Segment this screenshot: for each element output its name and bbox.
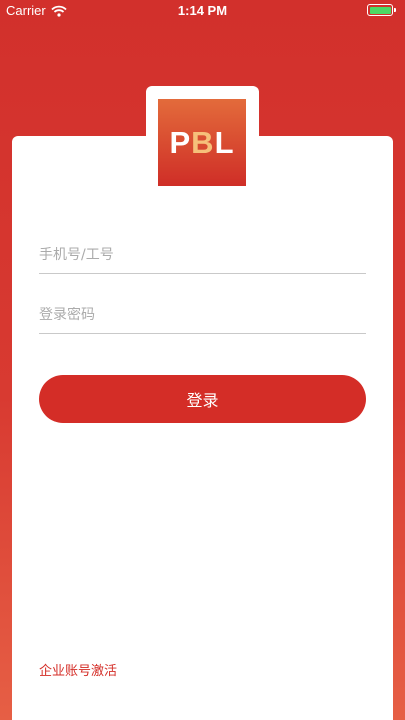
phone-input[interactable]: [39, 247, 366, 263]
logo-letter-b: B: [191, 124, 215, 160]
password-field: [39, 304, 366, 334]
phone-field: [39, 244, 366, 274]
login-card: [12, 136, 393, 720]
activate-account-link[interactable]: 企业账号激活: [39, 660, 117, 679]
status-time: 1:14 PM: [177, 3, 228, 18]
status-bar: Carrier 1:14 PM: [0, 0, 405, 22]
logo-letter-l: L: [214, 124, 235, 160]
password-input[interactable]: [39, 307, 366, 323]
battery-level: [369, 6, 391, 14]
app-logo: PBL: [158, 99, 246, 186]
login-button[interactable]: 登录: [39, 375, 366, 423]
logo-letter-p: P: [169, 124, 192, 160]
battery-icon: [367, 4, 396, 16]
